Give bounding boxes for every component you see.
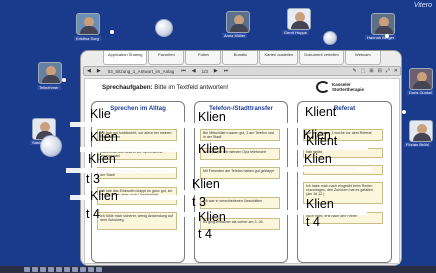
client-label: t 3 bbox=[86, 172, 100, 186]
avatar[interactable] bbox=[287, 8, 311, 30]
tool-icon[interactable] bbox=[64, 267, 70, 272]
seat-node[interactable] bbox=[40, 135, 62, 157]
document-name: 03_Sitzung_1_Antwort_im_Anlag bbox=[107, 68, 175, 74]
avatar-label: Hannah Berger bbox=[365, 35, 397, 40]
tool-icon[interactable] bbox=[88, 267, 94, 272]
client-label: t 3 bbox=[192, 195, 206, 209]
tool-icon[interactable] bbox=[32, 267, 38, 272]
label-bar bbox=[66, 168, 176, 173]
tab-bunatic[interactable]: Bunatic bbox=[222, 51, 259, 65]
vitero-logo: Vitero bbox=[413, 2, 432, 9]
client-label: Klien bbox=[198, 110, 226, 124]
client-label: t 4 bbox=[306, 215, 320, 229]
tool-icon[interactable] bbox=[96, 267, 102, 272]
avatar[interactable] bbox=[371, 13, 395, 35]
next-page-button[interactable]: ▶ bbox=[211, 68, 221, 74]
avatar[interactable] bbox=[76, 13, 100, 35]
answer-note[interactable]: Bei Mitschülern waren gut, 2 am Telefon … bbox=[200, 129, 280, 141]
client-label: Klie bbox=[90, 107, 111, 121]
minimize-icon[interactable]: ⊟ bbox=[376, 68, 384, 74]
client-label: t 4 bbox=[86, 207, 100, 221]
tab-webcam[interactable]: Webcam bbox=[344, 51, 381, 65]
tool-icon[interactable] bbox=[24, 267, 30, 272]
pen-icon[interactable]: ✎ bbox=[350, 68, 358, 74]
avatar-label: Anna Müller bbox=[222, 33, 248, 38]
client-label: Klient bbox=[306, 134, 338, 148]
prev-page-button[interactable]: ◀ bbox=[189, 68, 199, 74]
seat-dot bbox=[385, 34, 389, 38]
page-indicator: 1/3 bbox=[201, 68, 208, 74]
avatar[interactable] bbox=[226, 11, 250, 33]
tab-karten-austeilen[interactable]: Karten austeilen bbox=[259, 51, 299, 65]
tool-icon[interactable] bbox=[56, 267, 62, 272]
first-page-button[interactable]: ⏮ bbox=[178, 68, 189, 74]
seat-dot bbox=[110, 30, 114, 34]
tab-application-sharing[interactable]: Application Sharing bbox=[103, 51, 148, 65]
client-label: Klien bbox=[198, 210, 226, 224]
answer-note[interactable]: Ich war in verschiedenen Geschäften bbox=[200, 197, 280, 209]
avatar-label: Florian Bröhl bbox=[404, 142, 431, 147]
label-bar bbox=[70, 195, 180, 200]
client-label: Klien bbox=[306, 197, 334, 211]
tool-icon[interactable] bbox=[40, 267, 46, 272]
last-page-button[interactable]: ⏭ bbox=[221, 68, 232, 74]
back-button[interactable]: ◀ bbox=[84, 68, 94, 74]
tab-dokument-verteilen[interactable]: Dokument verteilen bbox=[299, 51, 344, 65]
kasseler-logo-text: Kasseler Stottertherapie bbox=[332, 82, 364, 92]
avatar[interactable] bbox=[409, 68, 433, 90]
tool-icon[interactable] bbox=[48, 267, 54, 272]
kasseler-logo-icon bbox=[316, 81, 330, 93]
client-label: Klien bbox=[90, 130, 118, 144]
forward-button[interactable]: ▶ bbox=[94, 68, 104, 74]
close-icon[interactable]: ✕ bbox=[392, 68, 400, 74]
tool-icon[interactable] bbox=[80, 267, 86, 272]
seat-dot bbox=[402, 110, 406, 114]
seat-dot bbox=[62, 78, 66, 82]
answer-note[interactable]: Ich fühle mich sicherer, wenig Anwendung… bbox=[97, 212, 177, 230]
client-label: t 4 bbox=[198, 227, 212, 241]
avatar[interactable] bbox=[38, 62, 62, 84]
tab-folien[interactable]: Folien bbox=[185, 51, 222, 65]
label-bar bbox=[180, 123, 290, 128]
expand-icon[interactable]: ⤢ bbox=[384, 68, 392, 74]
document-panel: Application Sharing Favoriten Folien Bun… bbox=[80, 50, 402, 266]
bottom-toolbar bbox=[0, 266, 436, 273]
client-label: Klien bbox=[304, 152, 332, 166]
grid-icon[interactable]: ⊞ bbox=[367, 68, 375, 74]
tab-favoriten[interactable]: Favoriten bbox=[148, 51, 185, 65]
client-label: Klien bbox=[90, 189, 118, 203]
label-bar bbox=[286, 167, 372, 172]
avatar-label: Gerrit Hoppe bbox=[282, 30, 309, 35]
select-icon[interactable]: ⬚ bbox=[359, 68, 368, 74]
label-bar bbox=[70, 122, 185, 127]
client-label: Klien bbox=[198, 142, 226, 156]
seat-node[interactable] bbox=[323, 31, 337, 45]
client-label: Klient bbox=[305, 105, 337, 119]
seat-node[interactable] bbox=[155, 19, 173, 37]
page-title: Sprechaufgaben: Bitte im Textfeld antwor… bbox=[102, 84, 228, 91]
logo-line: Stottertherapie bbox=[332, 87, 365, 92]
avatar-label: Doris Gunkel bbox=[407, 90, 435, 95]
avatar-label: Teilnehmer bbox=[37, 85, 61, 90]
tool-icon[interactable] bbox=[72, 267, 78, 272]
page-title-bold: Sprechaufgaben: bbox=[102, 84, 153, 91]
document-navbar: ◀ ▶ 03_Sitzung_1_Antwort_im_Anlag ⏮ ◀ 1/… bbox=[83, 66, 401, 76]
client-label: Klien bbox=[88, 152, 116, 166]
page-title-rest: Bitte im Textfeld antworten! bbox=[152, 84, 229, 91]
client-label: Klien bbox=[192, 177, 220, 191]
avatar[interactable] bbox=[409, 120, 433, 142]
avatar-label: Kristina Sorg bbox=[74, 36, 101, 41]
tool-tabs: Application Sharing Favoriten Folien Bun… bbox=[103, 51, 381, 65]
